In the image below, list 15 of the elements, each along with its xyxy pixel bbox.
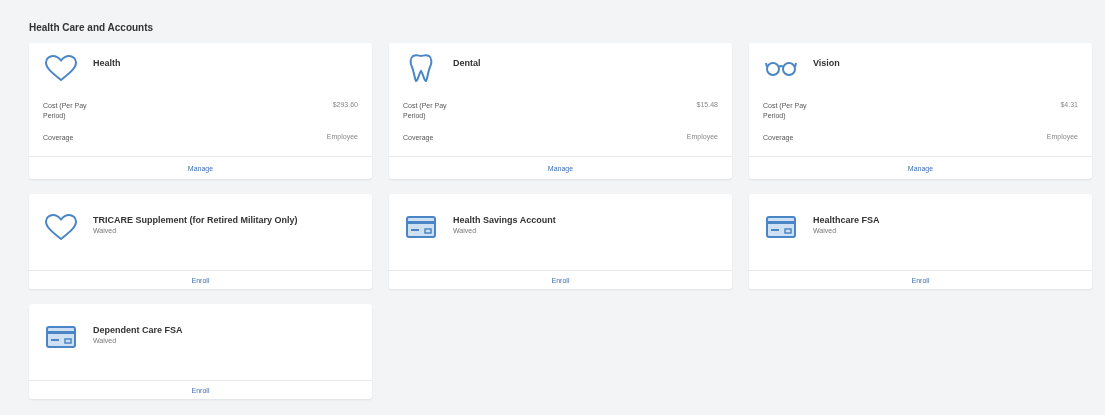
card-title: Vision <box>813 58 840 68</box>
heart-icon <box>44 213 78 241</box>
card-title: Dental <box>453 58 481 68</box>
heart-icon <box>44 54 78 82</box>
credit-card-icon <box>766 216 796 238</box>
section-title: Health Care and Accounts <box>29 22 155 33</box>
credit-card-icon <box>406 216 436 238</box>
glasses-icon <box>765 60 797 76</box>
credit-card-icon <box>46 326 76 348</box>
card-title: Health Savings Account <box>453 214 556 225</box>
tooth-icon <box>409 53 433 83</box>
card-title: Healthcare FSA <box>813 214 880 225</box>
card-title: Health <box>93 58 121 68</box>
card-title: Dependent Care FSA <box>93 324 183 335</box>
card-title: TRICARE Supplement (for Retired Military Only) <box>93 214 298 225</box>
